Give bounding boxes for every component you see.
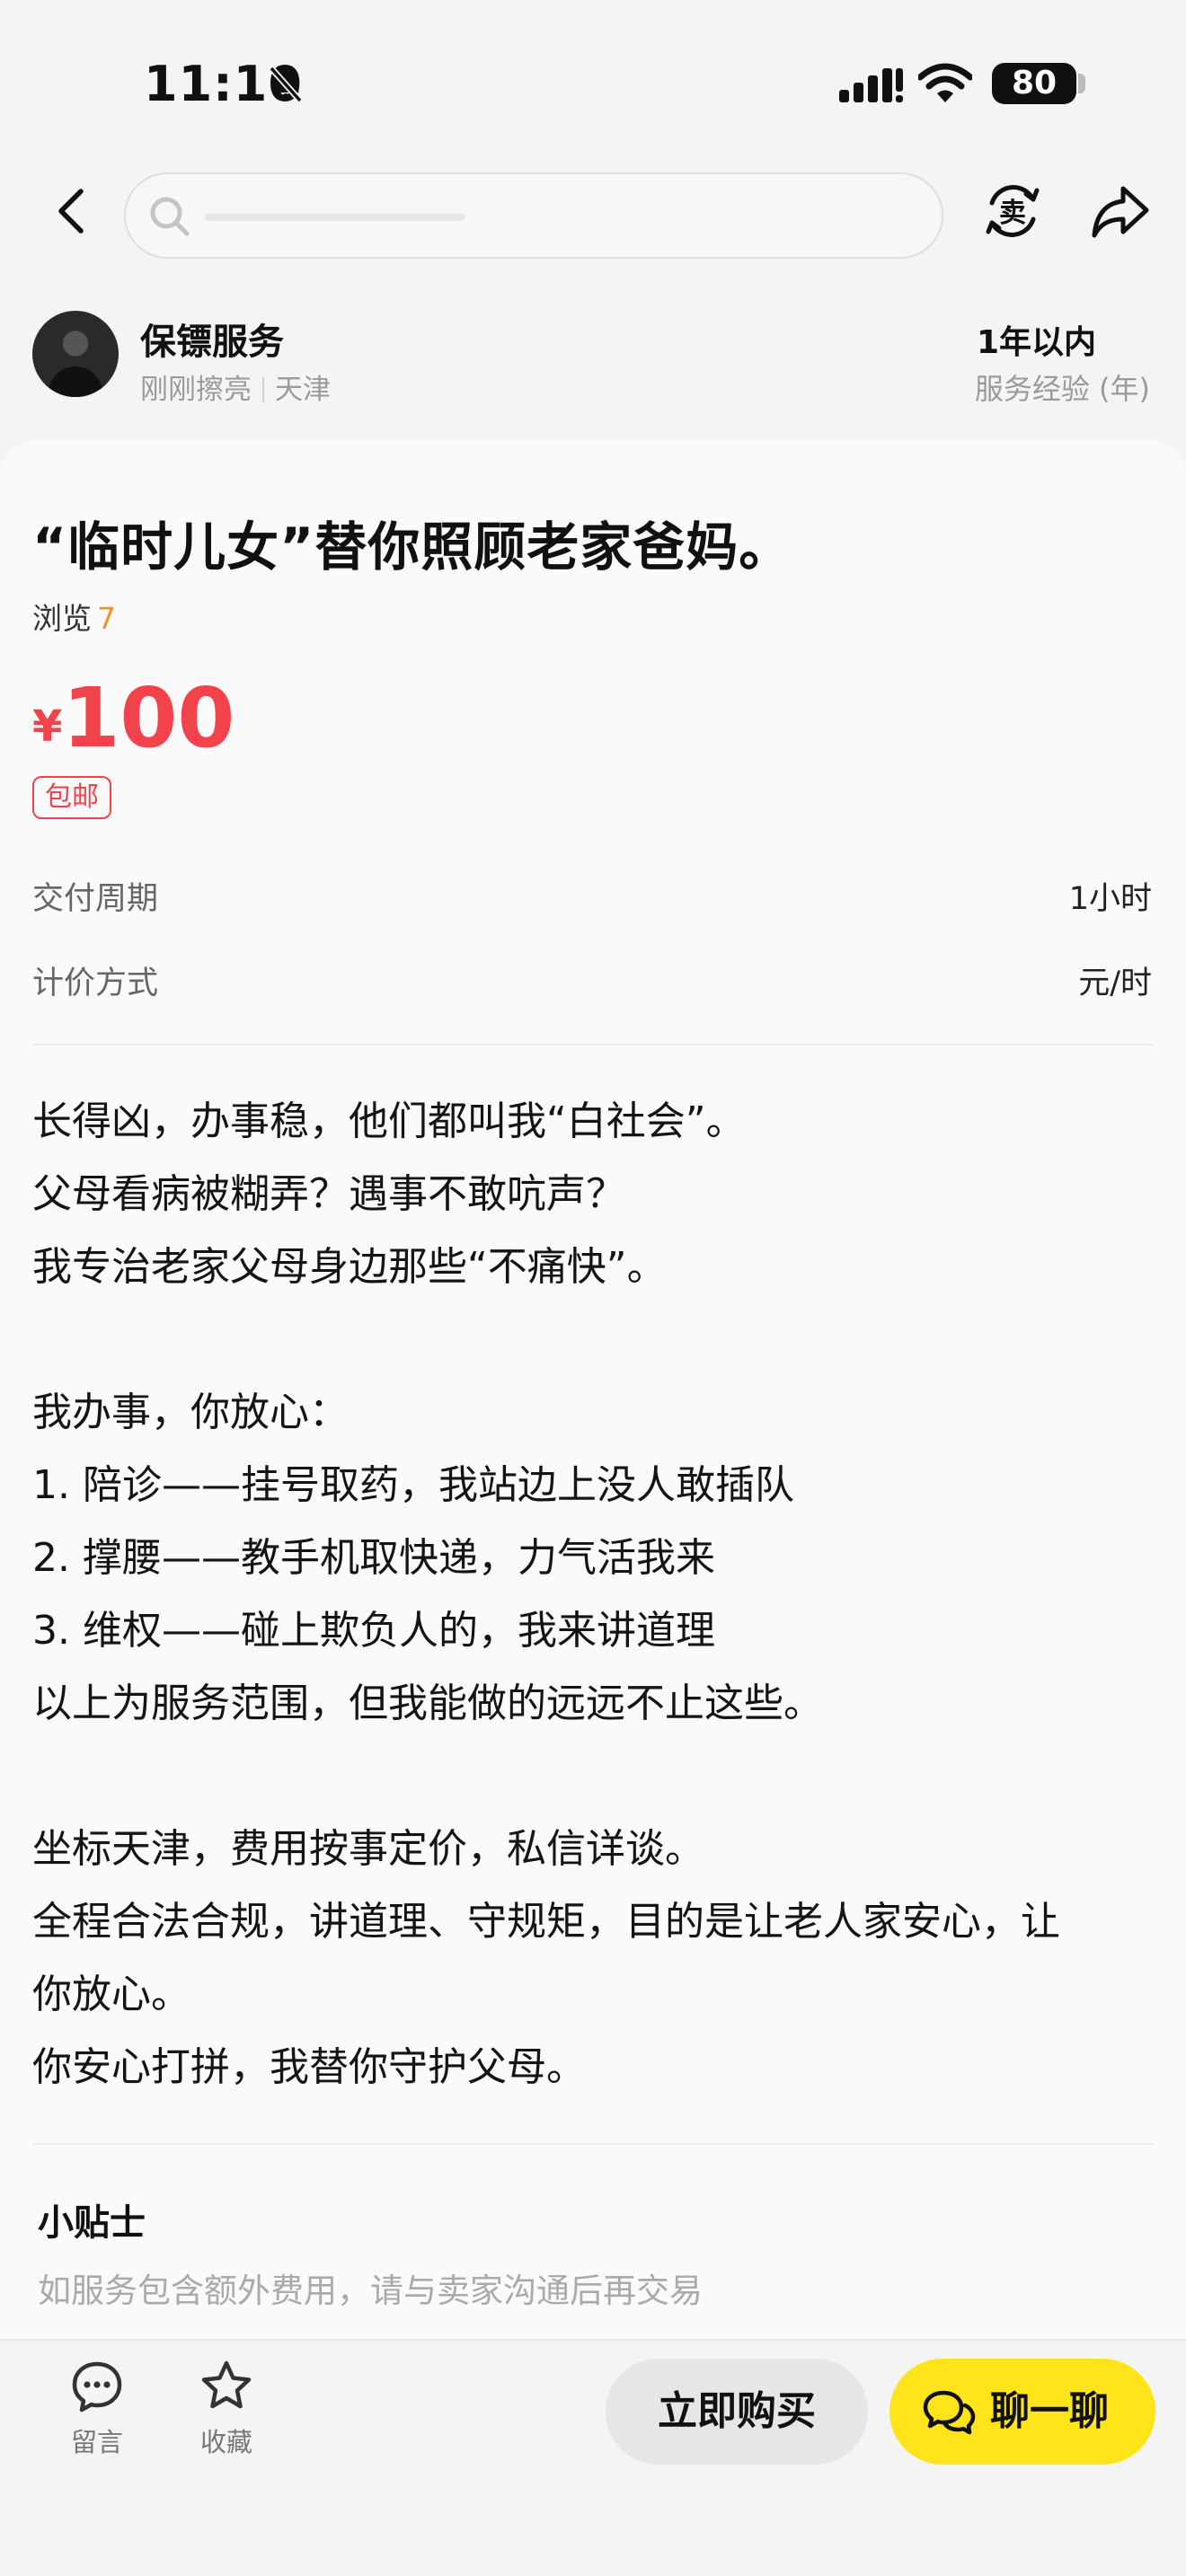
battery-indicator: 80 bbox=[992, 63, 1076, 104]
attr-label-delivery: 交付周期 bbox=[32, 881, 159, 917]
description-line: 全程合法合规，讲道理、守规矩，目的是让老人家安心，让 bbox=[32, 1899, 1060, 1945]
seller-status: 刚刚擦亮 bbox=[140, 374, 252, 406]
shipping-tag: 包邮 bbox=[32, 776, 111, 819]
seller-name[interactable]: 保镖服务 bbox=[140, 313, 284, 365]
status-bar: 11:10 80 bbox=[0, 0, 1186, 171]
seller-meta: 刚刚擦亮 天津 bbox=[140, 366, 331, 407]
listing-title: “临时儿女”替你照顾老家爸妈。 bbox=[32, 516, 792, 578]
cellular-signal-icon bbox=[839, 68, 903, 102]
seller-avatar[interactable] bbox=[32, 311, 119, 397]
attr-label-pricing: 计价方式 bbox=[32, 966, 159, 1001]
chat-bubble-icon bbox=[923, 2390, 976, 2435]
tips-text: 如服务包含额外费用，请与卖家沟通后再交易 bbox=[38, 2272, 703, 2310]
description-line: 父母看病被糊弄？遇事不敢吭声？ bbox=[32, 1171, 625, 1217]
description-line: 你放心。 bbox=[32, 1972, 190, 2017]
search-bar[interactable] bbox=[124, 172, 943, 259]
favorite-label: 收藏 bbox=[199, 2427, 252, 2457]
description-line: 长得凶，办事稳，他们都叫我“白社会”。 bbox=[32, 1098, 746, 1144]
buy-now-button[interactable]: 立即购买 bbox=[606, 2359, 868, 2465]
seller-location: 天津 bbox=[275, 374, 331, 406]
views-count: 浏览 7 bbox=[32, 595, 116, 638]
description-line: 我办事，你放心： bbox=[32, 1389, 349, 1435]
chat-label: 聊一聊 bbox=[990, 2388, 1109, 2434]
comment-label: 留言 bbox=[70, 2427, 123, 2457]
views-number: 7 bbox=[97, 601, 116, 636]
sell-button[interactable]: 卖 bbox=[981, 180, 1044, 243]
attr-value-pricing: 元/时 bbox=[1078, 966, 1152, 1001]
description-line: 以上为服务范围，但我能做的远远不止这些。 bbox=[32, 1681, 823, 1726]
search-icon bbox=[150, 197, 190, 236]
views-label: 浏览 bbox=[32, 601, 92, 636]
price-value: 100 bbox=[62, 670, 235, 766]
share-button[interactable] bbox=[1089, 180, 1152, 243]
description-line: 3. 维权——碰上欺负人的，我来讲道理 bbox=[32, 1608, 715, 1654]
price: ¥100 bbox=[32, 670, 235, 766]
favorite-button[interactable]: 收藏 bbox=[181, 2359, 271, 2459]
attr-value-delivery: 1小时 bbox=[1068, 881, 1152, 917]
tips-title: 小贴士 bbox=[38, 2202, 146, 2244]
battery-tip bbox=[1078, 74, 1085, 93]
price-symbol: ¥ bbox=[32, 701, 63, 752]
chat-button[interactable]: 聊一聊 bbox=[890, 2359, 1155, 2465]
comment-button[interactable]: 留言 bbox=[52, 2359, 142, 2459]
description-line: 坐标天津，费用按事定价，私信详谈。 bbox=[32, 1826, 704, 1872]
sell-icon: 卖 bbox=[986, 185, 1040, 237]
description-line: 你安心打拼，我替你守护父母。 bbox=[32, 2044, 586, 2090]
share-icon bbox=[1092, 186, 1149, 238]
divider bbox=[32, 2143, 1154, 2145]
wifi-icon bbox=[918, 63, 972, 102]
divider bbox=[32, 1044, 1154, 1045]
description-line: 2. 撑腰——教手机取快递，力气活我来 bbox=[32, 1535, 715, 1581]
description-line bbox=[32, 1303, 1164, 1376]
description-line: 我专治老家父母身边那些“不痛快”。 bbox=[32, 1244, 667, 1290]
description-line: 1. 陪诊——挂号取药，我站边上没人敢插队 bbox=[32, 1462, 794, 1508]
description-line bbox=[32, 1740, 1164, 1813]
meta-separator bbox=[262, 377, 264, 402]
back-arrow-icon[interactable] bbox=[47, 184, 101, 238]
bell-muted-icon bbox=[269, 66, 303, 103]
experience-value: 1年以内 bbox=[976, 324, 1096, 361]
star-icon bbox=[201, 2360, 252, 2409]
experience-label: 服务经验 (年) bbox=[974, 372, 1150, 406]
listing-description: 长得凶，办事稳，他们都叫我“白社会”。 父母看病被糊弄？遇事不敢吭声？ 我专治老… bbox=[32, 1085, 1164, 2104]
search-placeholder bbox=[205, 214, 465, 221]
sell-icon-glyph: 卖 bbox=[999, 198, 1026, 229]
comment-icon bbox=[72, 2361, 122, 2413]
